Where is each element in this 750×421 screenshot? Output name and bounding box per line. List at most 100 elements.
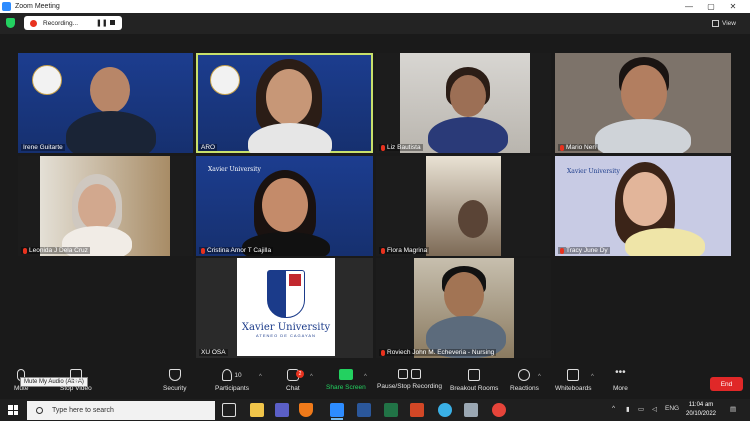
video-camera-icon bbox=[69, 369, 82, 381]
edge-icon[interactable] bbox=[438, 403, 452, 417]
participant-name: Leonida J Dela Cruz bbox=[21, 247, 90, 254]
word-icon[interactable] bbox=[357, 403, 371, 417]
close-button[interactable]: ✕ bbox=[722, 2, 744, 11]
maximize-button[interactable]: ▢ bbox=[700, 2, 722, 11]
participant-face bbox=[450, 75, 486, 117]
chat-badge: 2 bbox=[296, 370, 304, 378]
active-speaker-tile[interactable]: ARO bbox=[196, 53, 373, 153]
language-indicator[interactable]: ENG bbox=[665, 405, 679, 412]
pause-icon bbox=[398, 369, 409, 379]
stop-recording-icon[interactable] bbox=[110, 20, 115, 25]
whiteboards-button[interactable]: Whiteboards bbox=[555, 369, 592, 392]
participant-tile[interactable]: Xavier University Cristina Amor T Cajill… bbox=[196, 156, 373, 256]
record-dot-icon bbox=[30, 19, 37, 27]
more-dots-icon: ••• bbox=[615, 367, 626, 378]
taskbar-search-placeholder: Type here to search bbox=[52, 407, 114, 414]
search-icon bbox=[36, 407, 43, 414]
participant-tile[interactable]: Liz Bautista bbox=[376, 53, 551, 153]
participant-tile[interactable]: Roviech John M. Echeveria - Nursing bbox=[376, 258, 551, 358]
view-label: View bbox=[722, 19, 736, 27]
window-controls: — ▢ ✕ bbox=[678, 0, 744, 13]
participant-tile[interactable]: Mario Neri bbox=[555, 53, 731, 153]
participant-name: Mario Neri bbox=[558, 144, 598, 151]
security-button[interactable]: Security bbox=[163, 369, 186, 392]
muted-mic-icon bbox=[560, 144, 564, 151]
participant-tile[interactable]: Irene Guitarte bbox=[18, 53, 193, 153]
reactions-button[interactable]: Reactions bbox=[510, 369, 539, 392]
participant-face bbox=[444, 272, 484, 318]
teams-icon[interactable] bbox=[275, 403, 289, 417]
participant-name: Roviech John M. Echeveria - Nursing bbox=[379, 349, 497, 356]
xavier-tile-logo: Xavier University bbox=[208, 166, 261, 173]
participant-tile[interactable]: Leonida J Dela Cruz bbox=[18, 156, 193, 256]
breakout-rooms-button[interactable]: Breakout Rooms bbox=[450, 369, 498, 392]
participant-body bbox=[248, 123, 332, 153]
participant-face bbox=[266, 69, 312, 125]
stop-video-button[interactable]: Stop Video bbox=[60, 369, 92, 392]
muted-mic-icon bbox=[381, 144, 385, 151]
network-icon[interactable]: ▭ bbox=[638, 405, 644, 413]
file-explorer-icon[interactable] bbox=[250, 403, 264, 417]
windows-start-icon[interactable] bbox=[8, 405, 18, 415]
taskbar-clock[interactable]: 11:04 am 20/10/2022 bbox=[685, 401, 717, 419]
participant-face bbox=[458, 200, 488, 238]
volume-icon[interactable]: ◁ bbox=[652, 405, 657, 413]
pause-stop-recording-button[interactable]: Pause/Stop Recording bbox=[377, 369, 442, 390]
taskbar-search-box[interactable]: Type here to search bbox=[27, 401, 215, 420]
participant-face bbox=[621, 65, 667, 121]
xavier-university-logo: Xavier University ATENEO DE CAGAYAN bbox=[237, 258, 335, 356]
task-view-icon[interactable] bbox=[222, 403, 236, 417]
participant-tile[interactable]: Flora Magrina bbox=[376, 156, 551, 256]
excel-icon[interactable] bbox=[384, 403, 398, 417]
share-screen-icon bbox=[338, 369, 353, 380]
participant-face bbox=[262, 178, 308, 232]
participant-name: Tracy June Dy bbox=[558, 247, 610, 254]
pause-recording-icon[interactable]: ❚❚ bbox=[96, 19, 108, 27]
participant-name: Cristina Amor T Cajilla bbox=[199, 247, 274, 254]
minimize-button[interactable]: — bbox=[678, 2, 700, 11]
school-seal-icon bbox=[210, 65, 240, 95]
reactions-caret-icon[interactable]: ^ bbox=[538, 374, 541, 380]
breakout-rooms-icon bbox=[468, 369, 481, 381]
muted-mic-icon bbox=[381, 349, 385, 356]
muted-mic-icon bbox=[23, 247, 27, 254]
participant-name: Flora Magrina bbox=[379, 247, 430, 254]
view-button[interactable]: View bbox=[712, 16, 746, 30]
vlc-icon[interactable] bbox=[299, 403, 313, 417]
share-caret-icon[interactable]: ^ bbox=[364, 374, 367, 380]
zoom-taskbar-icon[interactable] bbox=[330, 403, 344, 420]
chat-caret-icon[interactable]: ^ bbox=[310, 374, 313, 380]
whiteboard-icon bbox=[567, 369, 580, 381]
chrome-icon[interactable] bbox=[492, 403, 506, 417]
share-screen-button[interactable]: Share Screen bbox=[326, 369, 366, 391]
participant-body bbox=[595, 119, 691, 153]
participant-tile[interactable]: Xavier University Tracy June Dy bbox=[555, 156, 731, 256]
participant-face bbox=[623, 172, 667, 226]
participant-body bbox=[428, 117, 508, 153]
end-meeting-button[interactable]: End bbox=[710, 377, 743, 391]
participant-name: Liz Bautista bbox=[379, 144, 423, 151]
participants-button[interactable]: 10 Participants bbox=[215, 369, 249, 392]
more-button[interactable]: ••• More bbox=[613, 367, 628, 393]
participant-face bbox=[90, 67, 130, 113]
whiteboards-caret-icon[interactable]: ^ bbox=[591, 374, 594, 380]
participant-face bbox=[78, 184, 116, 230]
recording-label: Recording... bbox=[43, 19, 79, 27]
zoom-app-icon bbox=[2, 2, 11, 11]
participant-body bbox=[625, 228, 705, 256]
photos-icon[interactable] bbox=[464, 403, 478, 417]
security-shield-icon[interactable] bbox=[6, 18, 15, 28]
participant-name: Irene Guitarte bbox=[21, 144, 65, 151]
tray-chevron-icon[interactable]: ^ bbox=[612, 405, 615, 412]
xu-shield-icon bbox=[267, 270, 305, 318]
notifications-icon[interactable]: ▤ bbox=[730, 405, 736, 413]
participants-caret-icon[interactable]: ^ bbox=[259, 374, 262, 380]
xu-logo-name: Xavier University bbox=[241, 322, 331, 333]
clock-date: 20/10/2022 bbox=[685, 411, 717, 417]
powerpoint-icon[interactable] bbox=[410, 403, 424, 417]
smiley-icon bbox=[518, 369, 531, 381]
grid-view-icon bbox=[712, 19, 719, 27]
tray-mic-icon[interactable]: ▮ bbox=[626, 405, 630, 413]
stop-icon bbox=[411, 369, 422, 379]
participant-name: XU OSA bbox=[199, 349, 228, 356]
